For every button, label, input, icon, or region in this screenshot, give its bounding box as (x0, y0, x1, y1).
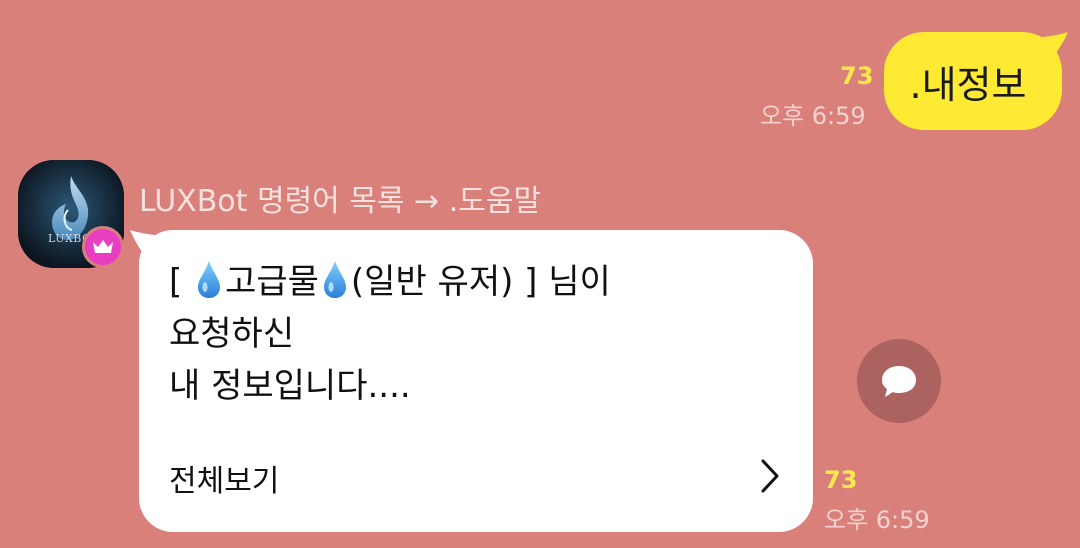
crown-icon (93, 240, 113, 253)
outgoing-message-text: .내정보 (909, 62, 1027, 107)
water-drop-icon (198, 261, 221, 298)
crown-badge (82, 226, 124, 268)
incoming-unread-count: 73 (824, 466, 858, 494)
sender-name: LUXBot 명령어 목록 → .도움말 (139, 184, 542, 219)
view-all-button[interactable]: 전체보기 (139, 440, 813, 510)
incoming-message-text: [ 고급물 (일반 유저) ] 님이 요청하신 내 정보입니다.... (169, 256, 789, 412)
incoming-timestamp: 오후 6:59 (824, 506, 930, 534)
outgoing-timestamp: 오후 6:59 (760, 102, 866, 130)
chevron-right-icon (761, 459, 779, 493)
message-line3: 내 정보입니다.... (169, 366, 411, 406)
incoming-message-bubble[interactable]: [ 고급물 (일반 유저) ] 님이 요청하신 내 정보입니다.... 전체보기 (139, 230, 813, 532)
water-drop-icon (323, 261, 346, 298)
view-all-label: 전체보기 (169, 464, 280, 499)
message-line2: 요청하신 (169, 314, 295, 354)
message-user-level: 고급물 (225, 262, 319, 302)
message-line1-prefix: [ (169, 262, 194, 302)
share-button[interactable] (857, 339, 941, 423)
outgoing-unread-count: 73 (840, 62, 874, 90)
message-line1-suffix: (일반 유저) ] 님이 (350, 262, 611, 302)
outgoing-message-bubble[interactable]: .내정보 (884, 32, 1062, 130)
speech-bubble-icon (882, 366, 916, 397)
